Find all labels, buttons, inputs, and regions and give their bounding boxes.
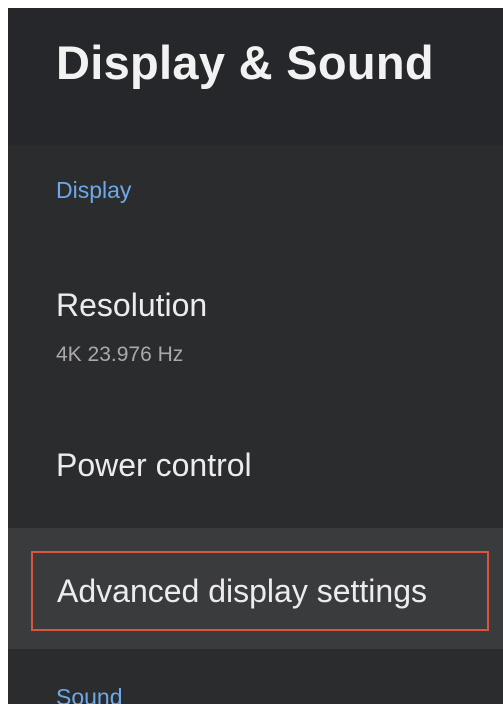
power-control-title: Power control xyxy=(56,447,252,483)
resolution-title: Resolution xyxy=(56,287,208,323)
settings-item-resolution[interactable]: Resolution 4K 23.976 Hz xyxy=(8,273,503,393)
advanced-display-title: Advanced display settings xyxy=(57,573,427,609)
section-label-sound: Sound xyxy=(56,684,123,704)
page-title: Display & Sound xyxy=(56,36,434,89)
section-label-display: Display xyxy=(56,177,132,203)
settings-header: Display & Sound xyxy=(8,8,503,145)
selection-highlight: Advanced display settings xyxy=(31,551,489,631)
settings-item-advanced-display[interactable]: Advanced display settings xyxy=(8,528,503,649)
settings-item-power-control[interactable]: Power control xyxy=(8,433,503,513)
resolution-value: 4K 23.976 Hz xyxy=(56,343,184,366)
settings-screen: Display & Sound Display Resolution 4K 23… xyxy=(8,8,503,704)
